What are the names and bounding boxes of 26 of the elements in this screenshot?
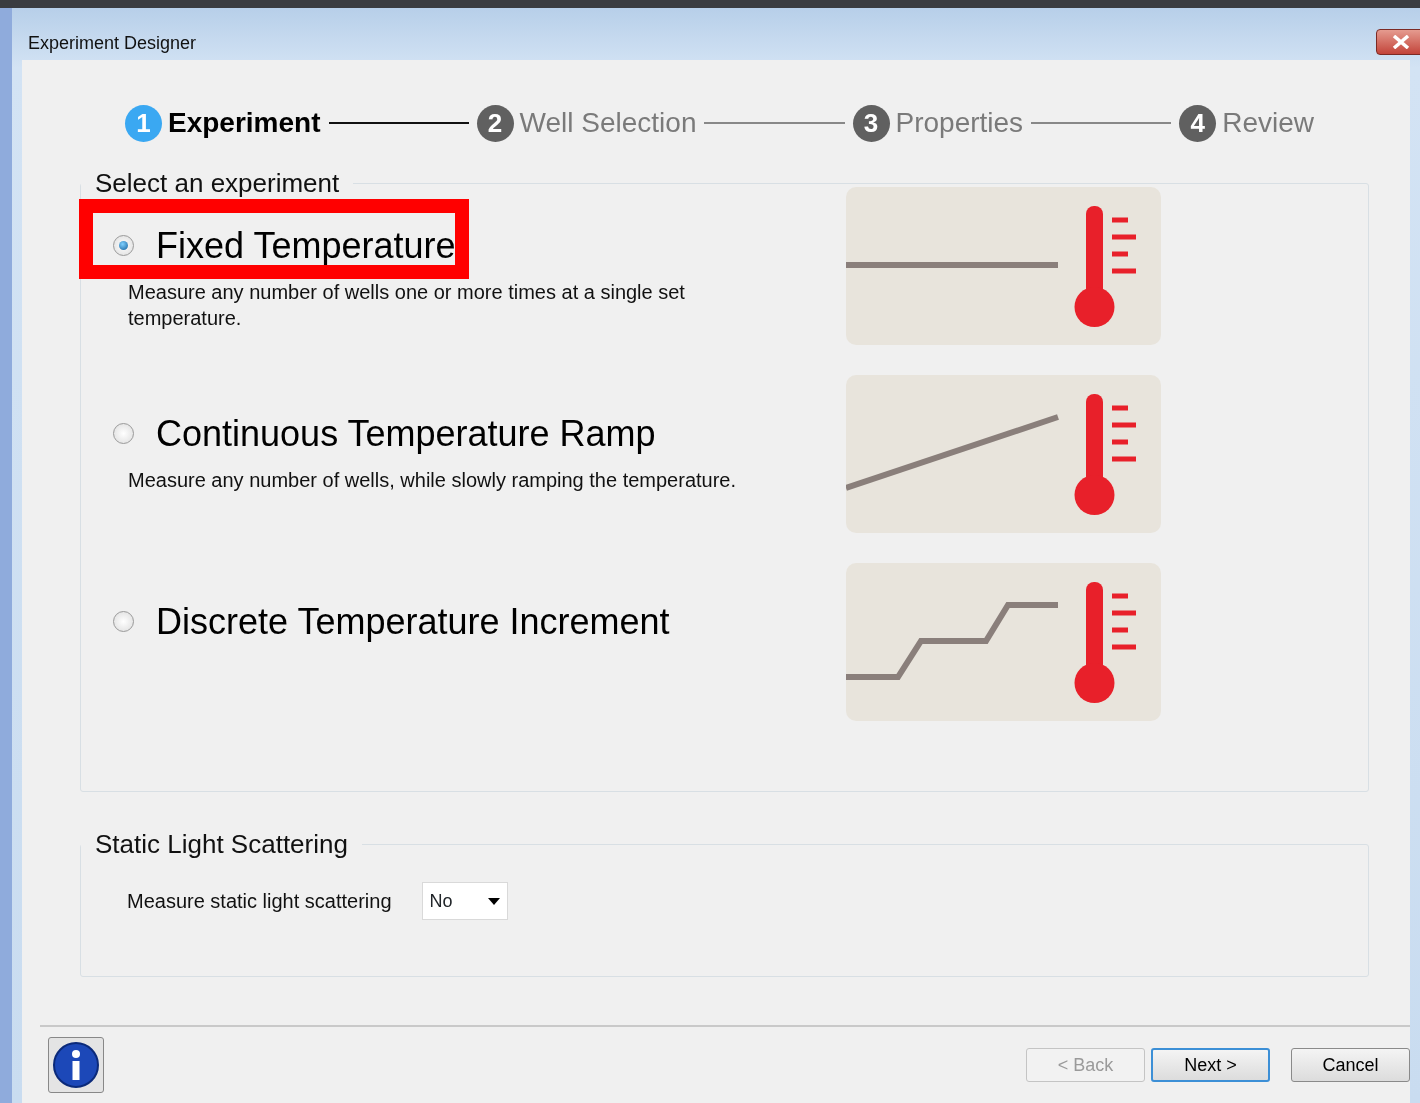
step-label[interactable]: Review [1222, 102, 1314, 144]
radio-button[interactable] [113, 423, 134, 444]
close-icon [1391, 35, 1411, 49]
cancel-button[interactable]: Cancel [1291, 1048, 1410, 1082]
caret-icon [487, 897, 500, 905]
next-button[interactable]: Next > [1151, 1048, 1270, 1082]
window-title: Experiment Designer [27, 31, 197, 55]
close-button[interactable] [1376, 29, 1420, 55]
step-number: 4 [1179, 104, 1217, 142]
dropdown[interactable]: No [421, 882, 508, 920]
info-icon [52, 1041, 100, 1089]
option-label[interactable]: Continuous Temperature Ramp [156, 412, 656, 455]
option-label[interactable]: Discrete Temperature Increment [156, 600, 670, 643]
radio-button[interactable] [113, 611, 134, 632]
option-label[interactable]: Fixed Temperature [156, 224, 456, 267]
radio-button[interactable] [113, 235, 134, 256]
option-description: Measure any number of wells, while slowly ramping the temperature. [128, 468, 738, 493]
step-number: 3 [852, 104, 890, 142]
step-number: 1 [125, 104, 162, 142]
step-label[interactable]: Experiment [168, 102, 321, 144]
option-description: Measure any number of wells one or more times at a single set temperature. [128, 280, 686, 331]
step-label[interactable]: Properties [895, 102, 1024, 144]
step-number: 2 [476, 104, 514, 142]
step-label[interactable]: Well Selection [519, 102, 697, 144]
info-button[interactable] [48, 1037, 104, 1093]
field-label: Measure static light scattering [127, 889, 392, 914]
